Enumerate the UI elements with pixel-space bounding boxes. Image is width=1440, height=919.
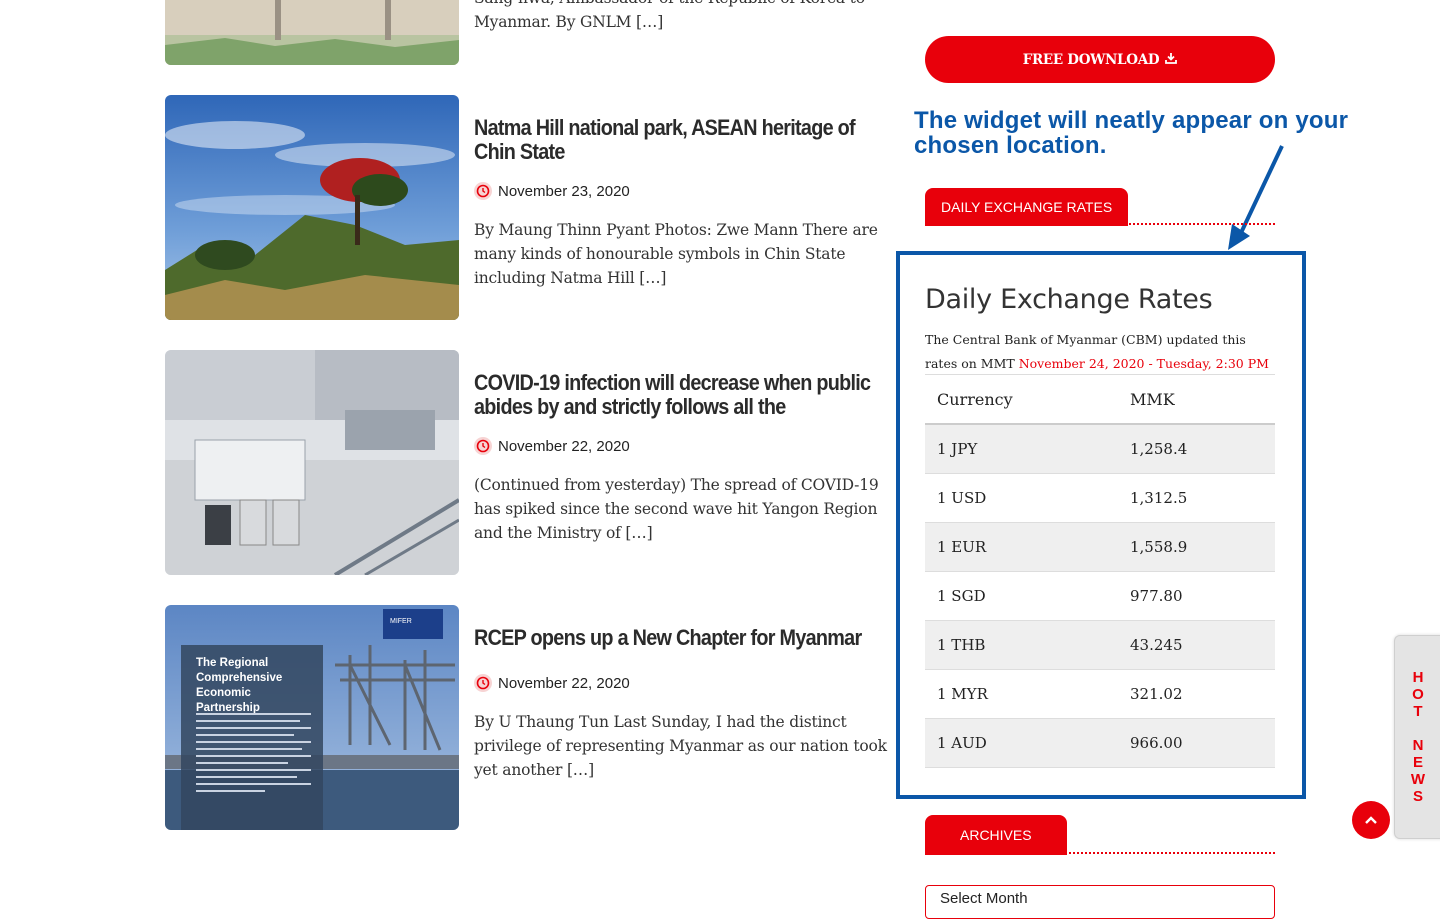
exchange-rates-table: Currency MMK 1 JPY 1,258.4 1 USD 1,312.5 1…	[925, 374, 1275, 768]
section-divider	[1114, 223, 1275, 225]
rate-cell: 1,558.9	[1118, 522, 1275, 572]
thumbnail-body-lines	[196, 713, 311, 797]
post-date-text: November 22, 2020	[498, 674, 630, 692]
exchange-rates-title: Daily Exchange Rates	[925, 284, 1213, 315]
thumbnail-heading: The Regional Comprehensive Economic Part…	[196, 657, 283, 714]
currency-cell: 1 EUR	[925, 522, 1118, 572]
post-excerpt: By U Thaung Tun Last Sunday, I had the d…	[474, 713, 887, 779]
table-row: 1 JPY 1,258.4	[925, 424, 1275, 474]
table-row: 1 USD 1,312.5	[925, 473, 1275, 523]
rate-cell: 1,258.4	[1118, 424, 1275, 474]
table-row: 1 SGD 977.80	[925, 571, 1275, 621]
chevron-up-icon	[1365, 816, 1377, 824]
rate-cell: 43.245	[1118, 620, 1275, 670]
rate-cell: 977.80	[1118, 571, 1275, 621]
clock-icon	[474, 182, 492, 200]
post-thumbnail-natma-hill[interactable]	[165, 95, 459, 320]
post-excerpt: Sang-hwa, Ambassador of the Republic of …	[474, 0, 865, 31]
post-title[interactable]: RCEP opens up a New Chapter for Myanmar	[474, 626, 897, 650]
post-date-text: November 22, 2020	[498, 437, 630, 455]
arrow-down-left-icon	[1228, 145, 1284, 250]
rates-updated-time: November 24, 2020 - Tuesday, 2:30 PM	[1018, 356, 1269, 371]
exchange-rates-tab: DAILY EXCHANGE RATES	[925, 188, 1129, 226]
archives-tab: ARCHIVES	[925, 815, 1067, 855]
post-excerpt: (Continued from yesterday) The spread of…	[474, 476, 879, 542]
free-download-button[interactable]: FREE DOWNLOAD	[925, 36, 1275, 83]
post-date: November 23, 2020	[474, 181, 630, 201]
section-divider	[1061, 852, 1275, 854]
post-date: November 22, 2020	[474, 436, 630, 456]
rate-cell: 1,312.5	[1118, 473, 1275, 523]
mmk-header: MMK	[1118, 374, 1275, 425]
post-date: November 22, 2020	[474, 673, 630, 693]
archives-select[interactable]: Select Month	[925, 885, 1275, 919]
currency-cell: 1 AUD	[925, 718, 1118, 768]
scroll-to-top-button[interactable]	[1352, 801, 1390, 839]
table-row: 1 THB 43.245	[925, 620, 1275, 670]
exchange-rates-note: The Central Bank of Myanmar (CBM) update…	[925, 328, 1277, 376]
download-icon	[1165, 52, 1178, 68]
rate-cell: 321.02	[1118, 669, 1275, 719]
hot-news-tab[interactable]: H O T N E W S	[1394, 635, 1440, 839]
post-excerpt: By Maung Thinn Pyant Photos: Zwe Mann Th…	[474, 221, 878, 287]
post-thumbnail-hospital[interactable]	[165, 350, 459, 575]
clock-icon	[474, 674, 492, 692]
currency-cell: 1 SGD	[925, 571, 1118, 621]
table-row: 1 MYR 321.02	[925, 669, 1275, 719]
post-title[interactable]: Natma Hill national park, ASEAN heritage…	[474, 116, 897, 164]
post-thumbnail-rcep[interactable]: The Regional Comprehensive Economic Part…	[165, 605, 459, 830]
currency-cell: 1 THB	[925, 620, 1118, 670]
currency-header: Currency	[925, 374, 1118, 425]
post-title[interactable]: COVID-19 infection will decrease when pu…	[474, 371, 895, 419]
free-download-label: FREE DOWNLOAD	[1022, 51, 1160, 68]
post-thumbnail-bridge[interactable]	[165, 0, 459, 65]
clock-icon	[474, 437, 492, 455]
currency-cell: 1 MYR	[925, 669, 1118, 719]
thumbnail-logo: MIFER	[390, 618, 412, 625]
currency-cell: 1 JPY	[925, 424, 1118, 474]
table-row: 1 AUD 966.00	[925, 718, 1275, 768]
table-row: 1 EUR 1,558.9	[925, 522, 1275, 572]
hot-news-label: H O T N E W S	[1410, 669, 1426, 805]
post-date-text: November 23, 2020	[498, 182, 630, 200]
currency-cell: 1 USD	[925, 473, 1118, 523]
rate-cell: 966.00	[1118, 718, 1275, 768]
widget-note: The widget will neatly appear on your ch…	[914, 107, 1349, 159]
